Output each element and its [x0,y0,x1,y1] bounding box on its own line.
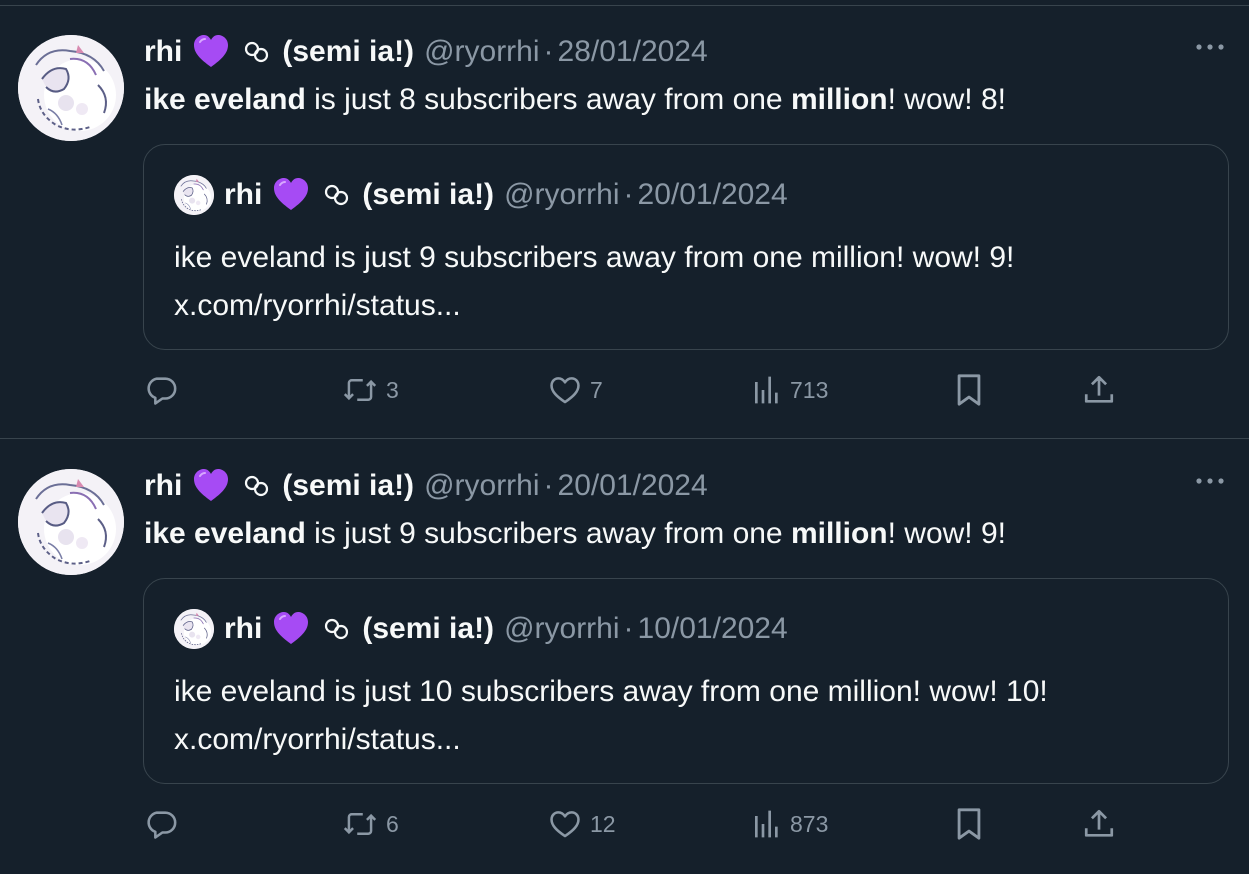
quoted-tweet-text: ike eveland is just 10 subscribers away … [174,668,1048,764]
quoted-tweet[interactable]: rhi (semi ia!) @ryorrhi · 10/01/2024 ike… [143,578,1229,784]
author-name[interactable]: rhi (semi ia!) [144,468,414,504]
separator-dot: · [623,178,634,211]
retweet-button[interactable]: 3 [342,370,399,410]
bookmark-icon [957,808,981,840]
tweet-header: rhi (semi ia!) @ryorrhi · 28/01/2024 [144,32,708,72]
quoted-author-handle: @ryorrhi [504,612,620,645]
author-avatar[interactable] [18,35,124,141]
link-symbol-icon [325,618,349,640]
quoted-tweet-link[interactable]: x.com/ryorrhi/status... [174,716,1048,764]
action-bar: 3 7 713 [0,370,1249,410]
quoted-tweet-text: ike eveland is just 9 subscribers away f… [174,234,1014,330]
like-button[interactable]: 12 [548,804,616,844]
bookmark-button[interactable] [954,370,984,410]
author-avatar[interactable] [18,469,124,575]
views-count: 873 [790,810,829,837]
author-handle[interactable]: @ryorrhi [424,469,539,503]
tweet-date[interactable]: 20/01/2024 [558,469,708,503]
quoted-author-avatar [174,175,214,215]
tweet-1[interactable]: rhi (semi ia!) @ryorrhi · 28/01/2024 ike… [0,6,1249,438]
quoted-tweet-header: rhi (semi ia!) @ryorrhi · 20/01/2024 [174,173,788,217]
heart-outline-icon [550,811,580,838]
quoted-author-name: rhi (semi ia!) [224,178,495,211]
purple-heart-icon [274,612,309,644]
reply-bubble-icon [147,377,177,405]
retweet-count: 3 [386,376,399,403]
quoted-author-name: rhi (semi ia!) [224,612,495,645]
bookmark-button[interactable] [954,804,984,844]
reply-button[interactable] [144,370,178,410]
more-dots-icon[interactable] [1195,42,1225,52]
retweet-count: 6 [386,810,399,837]
quoted-tweet[interactable]: rhi (semi ia!) @ryorrhi · 20/01/2024 ike… [143,144,1229,350]
quoted-tweet-header: rhi (semi ia!) @ryorrhi · 10/01/2024 [174,607,788,651]
retweet-button[interactable]: 6 [342,804,399,844]
link-symbol-icon [325,184,349,206]
quoted-tweet-date: 10/01/2024 [637,612,788,645]
tweet-text-bold: million [790,517,888,550]
reply-bubble-icon [147,811,177,839]
separator-dot: · [543,469,554,502]
quoted-tweet-link[interactable]: x.com/ryorrhi/status... [174,282,1014,330]
share-upload-icon [1084,375,1114,403]
share-button[interactable] [1082,370,1116,410]
tweet-text-part: is just 9 subscribers away from one [305,517,791,550]
purple-heart-icon [274,178,309,210]
heart-outline-icon [550,377,580,404]
tweet-text: ike eveland is just 8 subscribers away f… [144,80,1006,120]
tweet-text-part: ! wow! 9! [887,517,1006,550]
tweet-2[interactable]: rhi (semi ia!) @ryorrhi · 20/01/2024 ike… [0,440,1249,874]
tweet-header: rhi (semi ia!) @ryorrhi · 20/01/2024 [144,466,708,506]
like-count: 7 [590,376,603,403]
like-button[interactable]: 7 [548,370,603,410]
author-name[interactable]: rhi (semi ia!) [144,34,414,70]
tweet-text-bold: ike eveland [144,517,306,550]
separator-dot: · [543,35,554,68]
quoted-author-handle: @ryorrhi [504,178,620,211]
bookmark-icon [957,374,981,406]
reply-button[interactable] [144,804,178,844]
more-dots-icon[interactable] [1195,476,1225,486]
tweet-text-part: is just 8 subscribers away from one [305,83,791,116]
retweet-icon [343,379,377,401]
views-button[interactable]: 873 [752,804,828,844]
tweet-text-bold: million [790,83,888,116]
link-symbol-icon [245,475,269,497]
tweet-text: ike eveland is just 9 subscribers away f… [144,514,1006,554]
link-symbol-icon [245,41,269,63]
quoted-tweet-line: ike eveland is just 10 subscribers away … [174,675,1048,708]
share-button[interactable] [1082,804,1116,844]
author-handle[interactable]: @ryorrhi [424,35,539,69]
purple-heart-icon [194,469,229,501]
views-count: 713 [790,376,829,403]
retweet-icon [343,813,377,835]
tweet-text-bold: ike eveland [144,83,306,116]
share-upload-icon [1084,809,1114,837]
action-bar: 6 12 873 [0,804,1249,844]
quoted-author-avatar [174,609,214,649]
purple-heart-icon [194,35,229,67]
tweet-text-part: ! wow! 8! [887,83,1006,116]
views-bars-icon [755,810,778,838]
quoted-tweet-line: ike eveland is just 9 subscribers away f… [174,241,1015,274]
tweet-date[interactable]: 28/01/2024 [558,35,708,69]
separator-dot: · [623,612,634,645]
tweet-divider [0,438,1249,439]
quoted-tweet-date: 20/01/2024 [637,178,788,211]
like-count: 12 [590,810,616,837]
views-bars-icon [755,376,778,404]
views-button[interactable]: 713 [752,370,828,410]
